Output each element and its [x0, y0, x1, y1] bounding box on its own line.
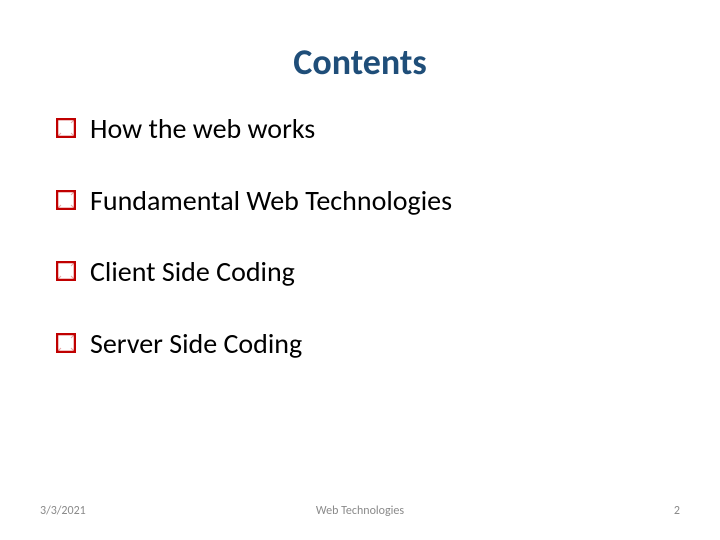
- square-bullet-icon: [56, 261, 76, 281]
- bullet-text: How the web works: [90, 112, 315, 146]
- list-item: How the web works: [56, 112, 670, 146]
- bullet-text: Server Side Coding: [90, 327, 302, 361]
- slide-footer: 3/3/2021 Web Technologies 2: [0, 504, 720, 518]
- footer-date: 3/3/2021: [40, 504, 86, 518]
- square-bullet-icon: [56, 118, 76, 138]
- footer-page-number: 2: [674, 504, 680, 518]
- bullet-text: Fundamental Web Technologies: [90, 184, 452, 218]
- list-item: Fundamental Web Technologies: [56, 184, 670, 218]
- bullet-list: How the web works Fundamental Web Techno…: [50, 112, 670, 360]
- square-bullet-icon: [56, 333, 76, 353]
- list-item: Server Side Coding: [56, 327, 670, 361]
- bullet-text: Client Side Coding: [90, 255, 295, 289]
- slide-title: Contents: [50, 40, 670, 84]
- square-bullet-icon: [56, 190, 76, 210]
- slide-container: Contents How the web works Fundamental W…: [0, 0, 720, 540]
- list-item: Client Side Coding: [56, 255, 670, 289]
- footer-title: Web Technologies: [316, 504, 404, 518]
